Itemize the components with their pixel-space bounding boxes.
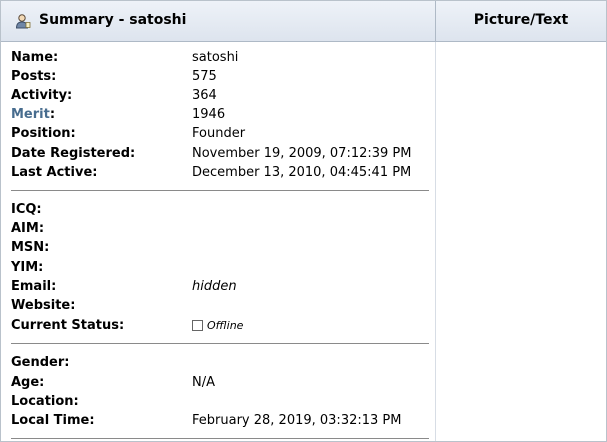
posts-row: Posts: 575 (11, 69, 431, 87)
name-label: Name: (11, 50, 59, 65)
summary-header: Summary - satoshi (1, 1, 436, 41)
email-value: hidden (192, 279, 237, 294)
gender-row: Gender: (11, 355, 431, 373)
position-row: Position: Founder (11, 126, 431, 144)
picture-text-title: Picture/Text (473, 12, 569, 28)
icq-row: ICQ: (11, 202, 431, 220)
last-active-label: Last Active: (11, 165, 98, 180)
position-value: Founder (192, 126, 246, 141)
local-time-value: February 28, 2019, 03:32:13 PM (192, 413, 402, 428)
status-row: Current Status: Offline (11, 318, 431, 336)
posts-label: Posts: (11, 69, 57, 84)
email-label: Email: (11, 279, 57, 294)
location-label: Location: (11, 394, 79, 409)
yim-row: YIM: (11, 260, 431, 278)
icq-label: ICQ: (11, 202, 42, 217)
aim-row: AIM: (11, 221, 431, 239)
yim-label: YIM: (11, 260, 44, 275)
merit-row: Merit: 1946 (11, 107, 431, 125)
section-divider (11, 438, 429, 439)
age-label: Age: (11, 375, 45, 390)
registered-label: Date Registered: (11, 146, 136, 161)
email-row: Email: hidden (11, 279, 431, 297)
activity-value: 364 (192, 88, 217, 103)
merit-value: 1946 (192, 107, 226, 122)
panel-header: Summary - satoshi Picture/Text (1, 1, 606, 42)
local-time-row: Local Time: February 28, 2019, 03:32:13 … (11, 413, 431, 431)
profile-details: Name: satoshi Posts: 575 Activity: 364 M… (1, 42, 436, 441)
status-label: Current Status: (11, 318, 125, 333)
status-value: Offline (207, 319, 244, 332)
age-row: Age: N/A (11, 375, 431, 393)
name-row: Name: satoshi (11, 50, 431, 68)
age-value: N/A (192, 375, 215, 390)
merit-label: Merit: (11, 107, 55, 122)
section-divider (11, 343, 429, 344)
posts-value: 575 (192, 69, 217, 84)
registered-value: November 19, 2009, 07:12:39 PM (192, 146, 412, 161)
website-row: Website: (11, 298, 431, 316)
local-time-label: Local Time: (11, 413, 95, 428)
user-icon (15, 14, 31, 29)
registered-row: Date Registered: November 19, 2009, 07:1… (11, 146, 431, 164)
status-indicator: Offline (192, 319, 243, 332)
activity-row: Activity: 364 (11, 88, 431, 106)
section-divider (11, 190, 429, 191)
merit-link[interactable]: Merit (11, 107, 50, 122)
merit-colon: : (49, 107, 56, 122)
position-label: Position: (11, 126, 76, 141)
gender-label: Gender: (11, 355, 70, 370)
website-label: Website: (11, 298, 76, 313)
last-active-value: December 13, 2010, 04:45:41 PM (192, 165, 412, 180)
offline-icon (192, 320, 203, 331)
location-row: Location: (11, 394, 431, 412)
aim-label: AIM: (11, 221, 45, 236)
msn-label: MSN: (11, 240, 50, 255)
picture-text-panel (436, 42, 606, 441)
profile-panel: Summary - satoshi Picture/Text Name: sat… (0, 0, 607, 442)
msn-row: MSN: (11, 240, 431, 258)
name-value: satoshi (192, 50, 239, 65)
last-active-row: Last Active: December 13, 2010, 04:45:41… (11, 165, 431, 183)
activity-label: Activity: (11, 88, 73, 103)
summary-title: Summary - satoshi (39, 12, 187, 28)
picture-header: Picture/Text (436, 1, 606, 41)
